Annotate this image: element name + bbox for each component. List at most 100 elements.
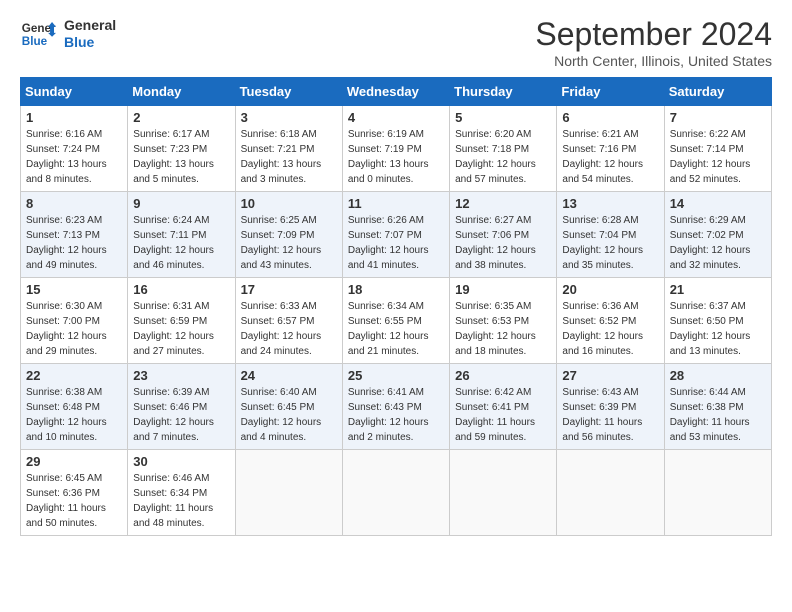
day-info: Sunrise: 6:31 AMSunset: 6:59 PMDaylight:…	[133, 299, 229, 359]
day-info: Sunrise: 6:36 AMSunset: 6:52 PMDaylight:…	[562, 299, 658, 359]
day-number: 18	[348, 282, 444, 297]
calendar-cell: 27 Sunrise: 6:43 AMSunset: 6:39 PMDayligh…	[557, 364, 664, 450]
calendar-cell: 2 Sunrise: 6:17 AMSunset: 7:23 PMDaylight…	[128, 106, 235, 192]
svg-text:Blue: Blue	[22, 35, 48, 48]
day-info: Sunrise: 6:27 AMSunset: 7:06 PMDaylight:…	[455, 213, 551, 273]
day-info: Sunrise: 6:16 AMSunset: 7:24 PMDaylight:…	[26, 127, 122, 187]
day-number: 2	[133, 110, 229, 125]
day-number: 5	[455, 110, 551, 125]
calendar-week-1: 1 Sunrise: 6:16 AMSunset: 7:24 PMDaylight…	[21, 106, 772, 192]
day-number: 15	[26, 282, 122, 297]
calendar-cell: 25 Sunrise: 6:41 AMSunset: 6:43 PMDayligh…	[342, 364, 449, 450]
page-header: General Blue General Blue September 2024…	[20, 16, 772, 69]
day-info: Sunrise: 6:29 AMSunset: 7:02 PMDaylight:…	[670, 213, 766, 273]
calendar-cell: 11 Sunrise: 6:26 AMSunset: 7:07 PMDayligh…	[342, 192, 449, 278]
calendar-cell: 7Sunrise: 6:22 AMSunset: 7:14 PMDaylight…	[664, 106, 771, 192]
day-number: 27	[562, 368, 658, 383]
calendar-table: SundayMondayTuesdayWednesdayThursdayFrid…	[20, 77, 772, 536]
day-number: 23	[133, 368, 229, 383]
day-number: 12	[455, 196, 551, 211]
day-info: Sunrise: 6:46 AMSunset: 6:34 PMDaylight:…	[133, 471, 229, 531]
calendar-cell: 4 Sunrise: 6:19 AMSunset: 7:19 PMDaylight…	[342, 106, 449, 192]
calendar-week-2: 8Sunrise: 6:23 AMSunset: 7:13 PMDaylight…	[21, 192, 772, 278]
day-number: 1	[26, 110, 122, 125]
day-number: 21	[670, 282, 766, 297]
weekday-header-wednesday: Wednesday	[342, 78, 449, 106]
calendar-cell: 12 Sunrise: 6:27 AMSunset: 7:06 PMDayligh…	[450, 192, 557, 278]
day-info: Sunrise: 6:39 AMSunset: 6:46 PMDaylight:…	[133, 385, 229, 445]
day-info: Sunrise: 6:22 AMSunset: 7:14 PMDaylight:…	[670, 127, 766, 187]
day-info: Sunrise: 6:42 AMSunset: 6:41 PMDaylight:…	[455, 385, 551, 445]
day-info: Sunrise: 6:30 AMSunset: 7:00 PMDaylight:…	[26, 299, 122, 359]
weekday-header-tuesday: Tuesday	[235, 78, 342, 106]
calendar-cell: 23 Sunrise: 6:39 AMSunset: 6:46 PMDayligh…	[128, 364, 235, 450]
calendar-week-3: 15 Sunrise: 6:30 AMSunset: 7:00 PMDayligh…	[21, 278, 772, 364]
calendar-cell: 19 Sunrise: 6:35 AMSunset: 6:53 PMDayligh…	[450, 278, 557, 364]
calendar-cell: 16 Sunrise: 6:31 AMSunset: 6:59 PMDayligh…	[128, 278, 235, 364]
location: North Center, Illinois, United States	[535, 53, 772, 69]
weekday-header-thursday: Thursday	[450, 78, 557, 106]
day-number: 29	[26, 454, 122, 469]
day-info: Sunrise: 6:25 AMSunset: 7:09 PMDaylight:…	[241, 213, 337, 273]
day-number: 11	[348, 196, 444, 211]
calendar-cell: 18 Sunrise: 6:34 AMSunset: 6:55 PMDayligh…	[342, 278, 449, 364]
day-info: Sunrise: 6:26 AMSunset: 7:07 PMDaylight:…	[348, 213, 444, 273]
day-number: 25	[348, 368, 444, 383]
calendar-cell: 1 Sunrise: 6:16 AMSunset: 7:24 PMDaylight…	[21, 106, 128, 192]
calendar-cell	[342, 450, 449, 536]
weekday-header-monday: Monday	[128, 78, 235, 106]
calendar-cell	[664, 450, 771, 536]
day-number: 20	[562, 282, 658, 297]
day-number: 26	[455, 368, 551, 383]
calendar-cell	[235, 450, 342, 536]
day-number: 17	[241, 282, 337, 297]
day-number: 10	[241, 196, 337, 211]
weekday-header-friday: Friday	[557, 78, 664, 106]
calendar-cell: 9Sunrise: 6:24 AMSunset: 7:11 PMDaylight…	[128, 192, 235, 278]
day-info: Sunrise: 6:35 AMSunset: 6:53 PMDaylight:…	[455, 299, 551, 359]
day-info: Sunrise: 6:20 AMSunset: 7:18 PMDaylight:…	[455, 127, 551, 187]
day-number: 28	[670, 368, 766, 383]
day-number: 30	[133, 454, 229, 469]
title-area: September 2024 North Center, Illinois, U…	[535, 16, 772, 69]
day-info: Sunrise: 6:17 AMSunset: 7:23 PMDaylight:…	[133, 127, 229, 187]
calendar-cell: 3Sunrise: 6:18 AMSunset: 7:21 PMDaylight…	[235, 106, 342, 192]
logo-text-blue: Blue	[64, 34, 116, 51]
day-number: 14	[670, 196, 766, 211]
day-info: Sunrise: 6:33 AMSunset: 6:57 PMDaylight:…	[241, 299, 337, 359]
calendar-cell: 15 Sunrise: 6:30 AMSunset: 7:00 PMDayligh…	[21, 278, 128, 364]
day-number: 13	[562, 196, 658, 211]
day-number: 6	[562, 110, 658, 125]
day-number: 19	[455, 282, 551, 297]
calendar-cell: 6Sunrise: 6:21 AMSunset: 7:16 PMDaylight…	[557, 106, 664, 192]
day-info: Sunrise: 6:41 AMSunset: 6:43 PMDaylight:…	[348, 385, 444, 445]
calendar-cell	[450, 450, 557, 536]
calendar-cell: 30 Sunrise: 6:46 AMSunset: 6:34 PMDayligh…	[128, 450, 235, 536]
day-info: Sunrise: 6:19 AMSunset: 7:19 PMDaylight:…	[348, 127, 444, 187]
calendar-cell: 10 Sunrise: 6:25 AMSunset: 7:09 PMDayligh…	[235, 192, 342, 278]
calendar-cell: 20 Sunrise: 6:36 AMSunset: 6:52 PMDayligh…	[557, 278, 664, 364]
weekday-header-sunday: Sunday	[21, 78, 128, 106]
day-info: Sunrise: 6:45 AMSunset: 6:36 PMDaylight:…	[26, 471, 122, 531]
logo: General Blue General Blue	[20, 16, 116, 52]
calendar-cell: 22Sunrise: 6:38 AMSunset: 6:48 PMDayligh…	[21, 364, 128, 450]
day-info: Sunrise: 6:34 AMSunset: 6:55 PMDaylight:…	[348, 299, 444, 359]
calendar-cell: 26 Sunrise: 6:42 AMSunset: 6:41 PMDayligh…	[450, 364, 557, 450]
calendar-cell: 24 Sunrise: 6:40 AMSunset: 6:45 PMDayligh…	[235, 364, 342, 450]
logo-text-general: General	[64, 17, 116, 34]
day-info: Sunrise: 6:23 AMSunset: 7:13 PMDaylight:…	[26, 213, 122, 273]
calendar-week-5: 29 Sunrise: 6:45 AMSunset: 6:36 PMDayligh…	[21, 450, 772, 536]
day-info: Sunrise: 6:40 AMSunset: 6:45 PMDaylight:…	[241, 385, 337, 445]
day-number: 16	[133, 282, 229, 297]
calendar-cell: 21Sunrise: 6:37 AMSunset: 6:50 PMDayligh…	[664, 278, 771, 364]
calendar-cell	[557, 450, 664, 536]
month-title: September 2024	[535, 16, 772, 53]
day-info: Sunrise: 6:18 AMSunset: 7:21 PMDaylight:…	[241, 127, 337, 187]
day-info: Sunrise: 6:28 AMSunset: 7:04 PMDaylight:…	[562, 213, 658, 273]
day-info: Sunrise: 6:43 AMSunset: 6:39 PMDaylight:…	[562, 385, 658, 445]
calendar-cell: 28Sunrise: 6:44 AMSunset: 6:38 PMDayligh…	[664, 364, 771, 450]
day-number: 24	[241, 368, 337, 383]
day-number: 4	[348, 110, 444, 125]
calendar-week-4: 22Sunrise: 6:38 AMSunset: 6:48 PMDayligh…	[21, 364, 772, 450]
calendar-cell: 8Sunrise: 6:23 AMSunset: 7:13 PMDaylight…	[21, 192, 128, 278]
